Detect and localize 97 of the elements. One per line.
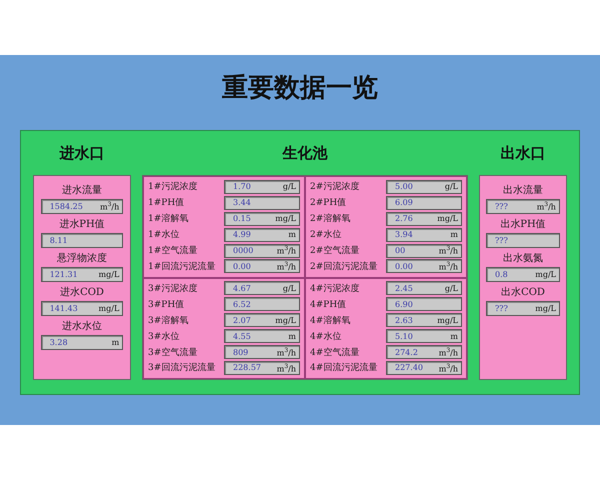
unit-text: m$^{3}$/h [276,362,296,374]
value-text: 0.15 [233,214,251,224]
reading-label: 1#PH值 [148,197,184,210]
unit-text: m$^{3}$/h [276,245,296,256]
reading-label: 3#PH值 [148,298,184,311]
unit-text: mg/L [535,270,556,279]
value-text: 227.40 [395,363,423,372]
value-text: 0.00 [395,262,413,271]
reading-label: 出水COD [501,286,545,299]
outlet-heading: 出水口 [500,144,546,162]
unit-text: mg/L [98,270,120,279]
reading-label: 进水COD [60,286,104,299]
unit-text: m$^{3}$/h [536,201,556,212]
value-text: 6.90 [395,300,413,309]
unit-text: m [450,332,458,341]
reading-label: 2#污泥浓度 [310,180,360,194]
value-text: 5.10 [395,332,413,341]
reading-label: 3#水位 [148,330,180,343]
reading-label: 1#回流污泥流量 [148,260,216,273]
value-text: 8.11 [50,236,68,245]
value-text: 4.55 [233,332,251,341]
unit-text: mg/L [98,304,120,313]
value-text: 228.57 [233,363,261,372]
value-text: 6.09 [395,198,413,208]
unit-text: g/L [444,182,458,192]
reading-label: 2#回流污泥流量 [310,260,378,273]
reading-label: 4#空气流量 [310,346,360,359]
reading-label: 出水氨氮 [503,252,543,265]
value-text: 3.44 [233,198,251,208]
value-text: 2.63 [395,316,413,325]
reading-label: 3#回流污泥流量 [148,362,216,374]
unit-text: m [112,338,120,347]
reading-label: 2#水位 [310,228,342,242]
inlet-heading: 进水口 [58,144,106,162]
value-text: 00 [395,246,406,256]
value-text: 2.45 [395,284,413,293]
unit-text: mg/L [275,316,296,325]
unit-text: m$^{3}$/h [438,245,458,256]
screen-title: 重要数据一览 [221,72,379,105]
reading-label: 1#水位 [148,228,180,242]
value-text: 3.94 [395,230,413,240]
value-text: 5.00 [395,182,413,192]
value-text: 121.31 [50,270,78,279]
value-text: ??? [495,202,508,211]
value-text: 0.8 [495,270,508,279]
reading-label: 进水PH值 [59,218,105,231]
reading-label: 2#溶解氧 [310,212,350,226]
reading-label: 出水流量 [503,184,543,197]
value-text: 274.2 [395,348,418,357]
value-text: 2.76 [395,214,413,224]
unit-text: mg/L [437,316,458,325]
value-text: 1.70 [233,182,251,192]
value-text: 0.00 [233,262,251,271]
value-text: 4.99 [233,230,251,240]
value-text: ??? [495,304,508,313]
value-text: 3.28 [50,338,68,347]
reading-label: 4#污泥浓度 [310,282,360,295]
unit-text: m$^{3}$/h [276,346,296,358]
reading-label: 出水PH值 [500,218,546,231]
reading-label: 悬浮物浓度 [57,252,107,265]
reading-label: 4#溶解氧 [310,314,350,327]
unit-text: m$^{3}$/h [438,362,458,374]
unit-text: m$^{3}$/h [276,261,296,272]
unit-text: m$^{3}$/h [438,261,458,272]
unit-text: m$^{3}$/h [100,201,120,212]
value-text: 6.52 [233,300,251,309]
reading-label: 1#溶解氧 [148,212,188,226]
reading-label: 4#水位 [310,330,342,343]
reading-label: 2#空气流量 [310,244,360,258]
reading-label: 进水水位 [62,320,102,333]
unit-text: m [288,230,296,240]
value-text: 2.07 [233,316,251,325]
unit-text: mg/L [275,214,296,224]
tank-heading: 生化池 [281,144,329,162]
reading-label: 4#回流污泥流量 [310,362,378,374]
value-text: 1584.25 [50,202,83,211]
unit-text: m$^{3}$/h [438,346,458,358]
reading-label: 1#污泥浓度 [148,180,198,194]
unit-text: mg/L [437,214,458,224]
reading-label: 进水流量 [62,184,102,197]
value-text: ??? [495,236,508,245]
value-text: 4.67 [233,284,251,293]
unit-text: mg/L [535,304,556,313]
unit-text: m [288,332,296,341]
unit-text: m [450,230,458,240]
reading-label: 3#空气流量 [148,346,198,359]
unit-text: g/L [282,182,296,192]
unit-text: g/L [444,284,458,293]
reading-label: 3#污泥浓度 [148,282,198,295]
unit-text: g/L [282,284,296,293]
reading-label: 4#PH值 [310,298,346,311]
value-text: 141.43 [50,304,78,313]
reading-label: 1#空气流量 [148,244,198,258]
value-text: 0000 [233,246,254,256]
reading-label: 3#溶解氧 [148,314,188,327]
reading-label: 2#PH值 [310,197,346,210]
value-text: 809 [233,348,248,357]
